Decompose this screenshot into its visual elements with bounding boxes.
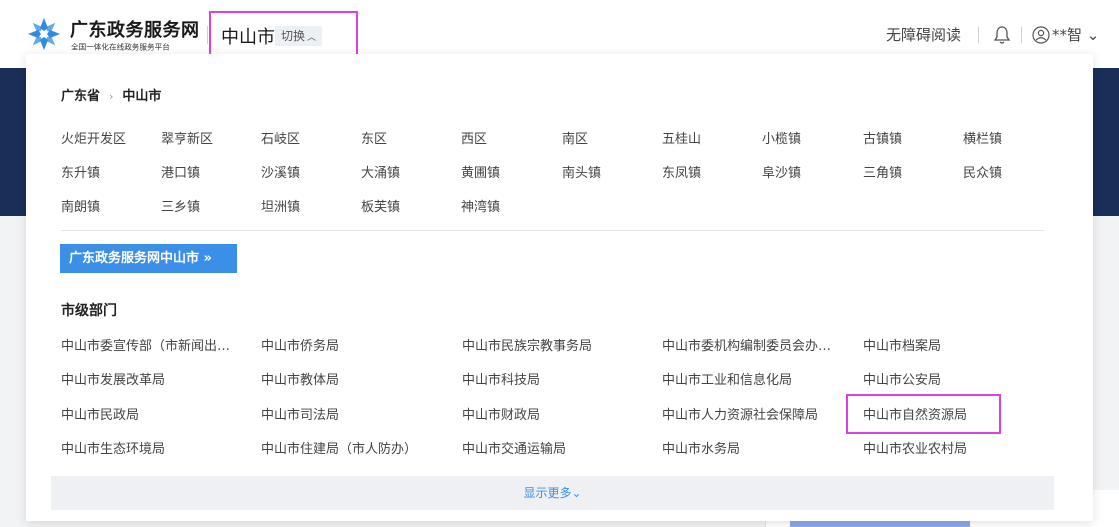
area-link[interactable]: 横栏镇: [963, 128, 1002, 147]
department-link[interactable]: 中山市人力资源社会保障局: [662, 404, 818, 423]
highlight-box-department: [846, 394, 1001, 434]
department-link[interactable]: 中山市生态环境局: [61, 438, 165, 457]
accessibility-link[interactable]: 无障碍阅读: [886, 24, 961, 45]
area-link[interactable]: 黄圃镇: [461, 162, 500, 181]
divider: [61, 230, 1044, 231]
area-link[interactable]: 民众镇: [963, 162, 1002, 181]
department-link[interactable]: 中山市水务局: [662, 438, 740, 457]
department-link[interactable]: 中山市侨务局: [261, 335, 339, 354]
area-link[interactable]: 神湾镇: [461, 196, 500, 215]
area-link[interactable]: 大涌镇: [361, 162, 400, 181]
area-link[interactable]: 南朗镇: [61, 196, 100, 215]
department-link[interactable]: 中山市司法局: [261, 404, 339, 423]
area-link[interactable]: 三角镇: [863, 162, 902, 181]
area-link[interactable]: 五桂山: [662, 128, 701, 147]
department-link[interactable]: 中山市发展改革局: [61, 369, 165, 388]
area-link[interactable]: 东凤镇: [662, 162, 701, 181]
area-link[interactable]: 东升镇: [61, 162, 100, 181]
city-switch-panel: 广东省 › 中山市 火炬开发区 翠亨新区 石岐区 东区 西区 南区 五桂山 小榄镇 古镇镇 横栏镇东升…: [26, 54, 1093, 521]
breadcrumb-province[interactable]: 广东省: [61, 89, 100, 104]
header-divider: [207, 26, 208, 44]
area-link[interactable]: 西区: [461, 128, 487, 147]
area-link[interactable]: 小榄镇: [762, 128, 801, 147]
section-title-departments: 市级部门: [61, 303, 117, 319]
bell-icon[interactable]: [993, 25, 1011, 45]
department-link[interactable]: 中山市住建局（市人防办）: [261, 438, 417, 457]
department-link[interactable]: 中山市工业和信息化局: [662, 369, 792, 388]
department-link[interactable]: 中山市财政局: [462, 404, 540, 423]
header-divider: [1021, 27, 1022, 43]
city-portal-button[interactable]: 广东政务服务网中山市 »: [60, 244, 237, 273]
department-link[interactable]: 中山市档案局: [863, 335, 941, 354]
area-link[interactable]: 板芙镇: [361, 196, 400, 215]
breadcrumb-separator-icon: ›: [109, 90, 114, 103]
logo-icon: [28, 18, 60, 50]
area-link[interactable]: 港口镇: [161, 162, 200, 181]
brand-title[interactable]: 广东政务服务网: [70, 16, 200, 42]
department-link[interactable]: 中山市委机构编制委员会办公室: [662, 335, 840, 354]
department-link[interactable]: 中山市民族宗教事务局: [462, 335, 592, 354]
area-link[interactable]: 南区: [562, 128, 588, 147]
area-link[interactable]: 南头镇: [562, 162, 601, 181]
breadcrumb-city[interactable]: 中山市: [122, 89, 161, 104]
department-link[interactable]: 中山市民政局: [61, 404, 139, 423]
department-link[interactable]: 中山市委宣传部（市新闻出版局）: [61, 335, 239, 354]
department-link[interactable]: 中山市公安局: [863, 369, 941, 388]
area-link[interactable]: 坦洲镇: [261, 196, 300, 215]
user-name: **智: [1052, 26, 1083, 44]
background-card-text: [790, 520, 970, 527]
brand-subtitle: 全国一体化在线政务服务平台: [71, 42, 170, 52]
department-link[interactable]: 中山市交通运输局: [462, 438, 566, 457]
breadcrumb: 广东省 › 中山市: [61, 85, 161, 104]
area-link[interactable]: 阜沙镇: [762, 162, 801, 181]
area-link[interactable]: 古镇镇: [863, 128, 902, 147]
user-menu[interactable]: **智 ⌄: [1052, 24, 1099, 45]
department-link[interactable]: 中山市教体局: [261, 369, 339, 388]
chevron-down-icon: ⌄: [1086, 26, 1100, 44]
area-link[interactable]: 石岐区: [261, 128, 300, 147]
department-link[interactable]: 中山市农业农村局: [863, 438, 967, 457]
area-link[interactable]: 三乡镇: [161, 196, 200, 215]
area-link[interactable]: 沙溪镇: [261, 162, 300, 181]
department-link[interactable]: 中山市科技局: [462, 369, 540, 388]
header-divider: [978, 27, 979, 43]
user-icon[interactable]: [1032, 26, 1050, 44]
area-link[interactable]: 翠亨新区: [161, 128, 213, 147]
area-link[interactable]: 东区: [361, 128, 387, 147]
show-more-button[interactable]: 显示更多⌄: [51, 476, 1054, 510]
area-link[interactable]: 火炬开发区: [61, 128, 126, 147]
